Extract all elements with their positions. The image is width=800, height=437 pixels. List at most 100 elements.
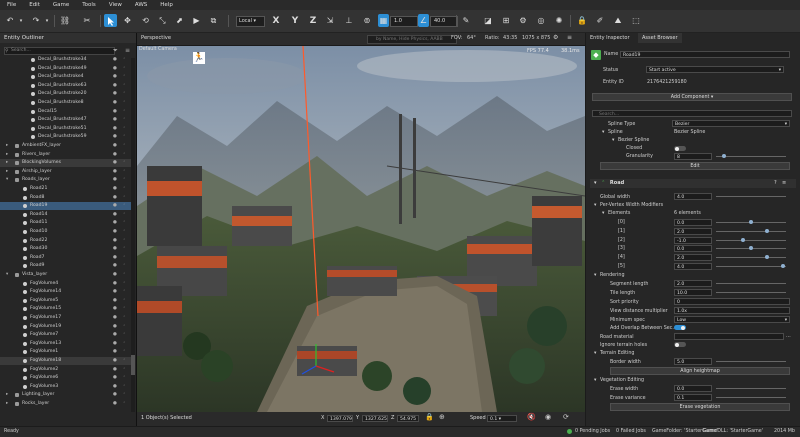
component-search-input[interactable]: Search... xyxy=(592,110,792,117)
lock-icon[interactable]: 🔒 xyxy=(576,14,588,27)
visibility-icon[interactable]: ● xyxy=(113,323,117,331)
lock-icon[interactable]: ◦ xyxy=(123,254,126,262)
outliner-row[interactable]: Decal_Brushstroke47 ● ◦ xyxy=(0,116,131,124)
tile-length-field[interactable]: 10.0 xyxy=(674,289,712,296)
rendering-expand-icon[interactable]: ▾ xyxy=(594,273,596,278)
viewport-menu-icon[interactable]: ≡ xyxy=(567,34,572,41)
outliner-row[interactable]: Decal_Brushstroke20 ● ◦ xyxy=(0,90,131,98)
lock-icon[interactable]: ◦ xyxy=(123,65,126,73)
material-icon[interactable]: ◪ xyxy=(482,14,494,27)
outliner-row[interactable]: Road7 ● ◦ xyxy=(0,254,131,262)
element-value-field[interactable]: 0.0 xyxy=(674,245,712,253)
viewport-tab[interactable]: Perspective xyxy=(141,35,171,41)
outliner-row[interactable]: ▸ Airship_layer ● ◦ xyxy=(0,168,131,176)
expand-icon[interactable]: ▸ xyxy=(6,400,8,408)
visibility-icon[interactable]: ● xyxy=(113,288,117,296)
vegetation-expand-icon[interactable]: ▾ xyxy=(594,378,596,383)
menu-view[interactable]: View xyxy=(109,2,122,8)
outliner-menu-icon[interactable]: ≡ xyxy=(125,47,130,54)
align-heightmap-button[interactable]: Align heightmap xyxy=(610,367,790,375)
visibility-icon[interactable]: ● xyxy=(113,176,117,184)
visibility-icon[interactable]: ● xyxy=(113,271,117,279)
outliner-row[interactable]: ▾ Vista_layer ● ◦ xyxy=(0,271,131,279)
outliner-row[interactable]: FogVolume18 ● ◦ xyxy=(0,357,131,365)
spline-expand-icon[interactable]: ▾ xyxy=(602,130,604,135)
visibility-icon[interactable]: ● xyxy=(113,400,117,408)
outliner-row[interactable]: FogVolume15 ● ◦ xyxy=(0,305,131,313)
menu-edit[interactable]: Edit xyxy=(29,2,40,8)
add-overlap-toggle[interactable] xyxy=(674,325,686,330)
angle-snap-field[interactable]: 40.0 xyxy=(430,16,458,27)
ratio-value[interactable]: 43:35 xyxy=(503,35,517,41)
outliner-row[interactable]: ▸ Lighting_layer ● ◦ xyxy=(0,391,131,399)
element-value-field[interactable]: 4.0 xyxy=(674,263,712,270)
visibility-icon[interactable]: ● xyxy=(113,56,117,64)
lock-icon[interactable]: ◦ xyxy=(123,271,126,279)
element-slider-handle[interactable] xyxy=(741,237,745,242)
visibility-icon[interactable]: ● xyxy=(113,391,117,399)
camera-icon[interactable]: ⧉ xyxy=(207,14,220,27)
undo-dropdown-icon[interactable]: ▾ xyxy=(18,14,24,27)
visibility-icon[interactable]: ● xyxy=(113,340,117,348)
border-width-field[interactable]: 5.0 xyxy=(674,358,712,365)
outliner-row[interactable]: FogVolume7 ● ◦ xyxy=(0,331,131,339)
lock-icon[interactable]: ◦ xyxy=(123,288,126,296)
lock-icon[interactable]: ◦ xyxy=(123,219,126,227)
outliner-row[interactable]: ▾ Roads_layer ● ◦ xyxy=(0,176,131,184)
lock-icon[interactable]: ◦ xyxy=(123,323,126,331)
element-value-field[interactable]: 2.0 xyxy=(674,227,712,235)
outliner-row[interactable]: ▸ AmbientFX_layer ● ◦ xyxy=(0,142,131,150)
visibility-icon[interactable]: ● xyxy=(113,348,117,356)
play-icon[interactable]: ▶ xyxy=(190,14,203,27)
global-width-slider[interactable] xyxy=(716,196,786,197)
grid-size-field[interactable]: 1.0 xyxy=(390,16,418,27)
per-vertex-expand-icon[interactable]: ▾ xyxy=(594,203,596,208)
outliner-scrollbar-thumb[interactable] xyxy=(131,355,135,375)
outliner-row[interactable]: FogVolume19 ● ◦ xyxy=(0,323,131,331)
lock-icon[interactable]: ◦ xyxy=(123,357,126,365)
outliner-row[interactable]: FogVolume2 ● ◦ xyxy=(0,366,131,374)
outliner-row[interactable]: Decal_Brushstroke49 ● ◦ xyxy=(0,65,131,73)
collapse-icon[interactable]: ▾ xyxy=(6,271,8,279)
element-value-slider[interactable] xyxy=(716,266,786,267)
visibility-icon[interactable]: ● xyxy=(113,65,117,73)
outliner-row[interactable]: Road8 ● ◦ xyxy=(0,194,131,202)
segment-length-slider[interactable] xyxy=(716,283,786,284)
collapse-icon[interactable]: ▾ xyxy=(6,176,8,184)
expand-icon[interactable]: ▸ xyxy=(6,142,8,150)
lock-icon[interactable]: ◦ xyxy=(123,348,126,356)
select-icon[interactable] xyxy=(104,14,117,27)
outliner-row[interactable]: Decal_Brushstroke8 ● ◦ xyxy=(0,99,131,107)
element-value-field[interactable]: 0.0 xyxy=(674,219,712,226)
segment-length-field[interactable]: 2.0 xyxy=(674,280,712,287)
lock-icon[interactable]: ◦ xyxy=(123,176,126,184)
visibility-icon[interactable]: ● xyxy=(113,254,117,262)
element-value-field[interactable]: -1.0 xyxy=(674,236,712,244)
lock-icon[interactable]: ◦ xyxy=(123,305,126,313)
edit-spline-button[interactable]: Edit xyxy=(600,162,790,170)
outliner-row[interactable]: ▸ Rivers_layer ● ◦ xyxy=(0,151,131,159)
visibility-icon[interactable]: ● xyxy=(113,142,117,150)
outliner-row[interactable]: Decal_Brushstroke51 ● ◦ xyxy=(0,125,131,133)
lock-icon[interactable]: ◦ xyxy=(123,202,126,210)
elements-expand-icon[interactable]: ▾ xyxy=(602,211,604,216)
lock-icon[interactable]: ◦ xyxy=(123,90,126,98)
visibility-icon[interactable]: ● xyxy=(113,219,117,227)
outliner-row[interactable]: FogVolume14 ● ◦ xyxy=(0,288,131,296)
expand-icon[interactable]: ▸ xyxy=(6,391,8,399)
element-value-slider[interactable] xyxy=(716,257,786,259)
element-slider-handle[interactable] xyxy=(749,220,753,224)
lock-icon[interactable]: ◦ xyxy=(123,116,126,124)
visibility-icon[interactable]: ● xyxy=(113,194,117,202)
erase-variance-field[interactable]: 0.1 xyxy=(674,394,712,401)
mute-icon[interactable]: 🔇 xyxy=(527,413,536,421)
lock-icon[interactable]: ◦ xyxy=(123,237,126,245)
lock-icon[interactable]: ◦ xyxy=(123,73,126,81)
menu-aws[interactable]: AWS xyxy=(135,2,147,8)
viewport-options-icon[interactable]: ⚙ xyxy=(553,34,558,41)
menu-file[interactable]: File xyxy=(7,2,16,8)
outliner-row[interactable]: Road19 ● ◦ xyxy=(0,202,131,211)
rotate-icon[interactable]: ⟲ xyxy=(139,14,152,27)
scale-icon[interactable]: ⤡ xyxy=(156,14,169,27)
lock-icon[interactable]: ◦ xyxy=(123,314,126,322)
